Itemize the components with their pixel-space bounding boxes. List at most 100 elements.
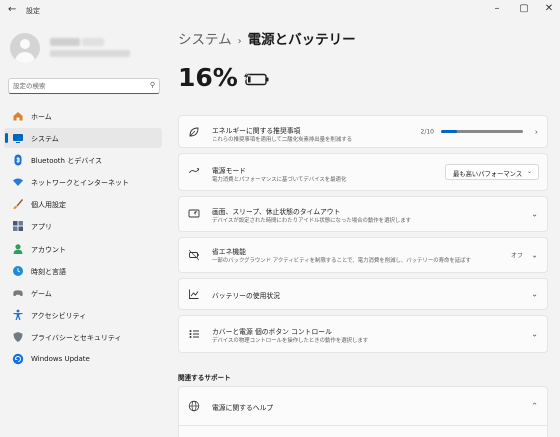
sidebar-item-label: 個人用設定 <box>31 201 66 210</box>
shield-icon <box>13 331 23 342</box>
card-title: バッテリーの使用状況 <box>212 292 280 300</box>
chevron-down-icon: ⌄ <box>531 329 538 339</box>
globe-icon <box>188 400 200 412</box>
sidebar-item-label: プライバシーとセキュリティ <box>31 333 122 342</box>
brush-icon <box>13 199 23 210</box>
avatar-head <box>20 39 30 49</box>
card-title: カバーと電源 個のボタン コントロール <box>212 328 332 336</box>
bluetooth-icon <box>14 154 22 166</box>
battery-charging-icon <box>242 71 269 86</box>
sidebar-item-label: ゲーム <box>31 289 52 298</box>
sidebar-item-system[interactable]: システム <box>4 128 162 149</box>
account-name-redacted-2 <box>82 38 104 46</box>
account-email-redacted <box>50 50 130 57</box>
energy-progress-fill <box>441 130 458 133</box>
power-mode-value: 最も高いパフォーマンス <box>453 170 523 178</box>
lid-power-buttons-card[interactable]: カバーと電源 個のボタン コントロール デバイスの物理コントロールを操作したとき… <box>178 315 548 353</box>
card-title: 電源モード <box>212 167 246 175</box>
energy-recommendations-card[interactable]: エネルギーに関する推奨事項 これらの推奨事項を適用して二酸化炭素排出量を削減する… <box>178 115 548 148</box>
wifi-icon <box>13 178 23 187</box>
sidebar-item-label: Windows Update <box>31 355 90 364</box>
avatar-body <box>15 52 35 63</box>
chevron-right-icon: › <box>534 127 538 136</box>
sidebar-item-gaming[interactable]: ゲーム <box>4 283 162 303</box>
power-help-card-continuation <box>178 426 548 437</box>
breadcrumb-separator-icon: › <box>237 36 242 47</box>
settings-search[interactable]: ⚲ <box>8 78 160 94</box>
chevron-down-icon: ⌄ <box>531 289 538 299</box>
power-mode-icon <box>189 168 200 174</box>
battery-usage-card[interactable]: バッテリーの使用状況 ⌄ <box>178 278 548 310</box>
energy-saver-state: オフ <box>510 252 523 260</box>
minimize-button[interactable]: – <box>486 2 508 16</box>
energy-saver-card[interactable]: 省エネ機能 一部のバックグラウンド アクティビティを制限することで、電力消費を削… <box>178 237 548 273</box>
sidebar-item-home[interactable]: ホーム <box>4 106 162 126</box>
sidebar-item-label: アプリ <box>31 223 52 232</box>
clock-globe-icon <box>13 265 23 276</box>
update-icon <box>12 353 24 365</box>
sidebar-item-label: ホーム <box>31 113 52 121</box>
sidebar-item-label: ネットワークとインターネット <box>31 179 129 188</box>
breadcrumb: システム › 電源とバッテリー <box>178 28 356 48</box>
screen-sleep-card[interactable]: 画面、スリープ、休止状態のタイムアウト デバイスが設定された時間にわたりアイドル… <box>178 196 548 232</box>
energy-progress-text: 2/10 <box>420 128 434 135</box>
apps-icon <box>13 221 23 232</box>
sidebar-item-accounts[interactable]: アカウント <box>4 239 162 259</box>
battery-level-fill <box>248 76 251 83</box>
sidebar-item-label: 時刻と言語 <box>31 267 66 276</box>
chevron-down-icon: ⌄ <box>531 250 538 260</box>
battery-percentage: 16% <box>178 63 238 92</box>
sidebar-item-label: アカウント <box>31 245 66 254</box>
chevron-down-icon: ⌄ <box>526 168 532 175</box>
sidebar-item-bluetooth[interactable]: Bluetooth とデバイス <box>4 150 162 170</box>
title-bar: ← 設定 – ▢ ✕ <box>0 0 560 24</box>
battery-saver-icon <box>188 249 200 261</box>
card-description: デバイスの物理コントロールを操作したときの動作を選択します <box>212 338 369 344</box>
breadcrumb-parent[interactable]: システム <box>178 32 232 48</box>
maximize-button[interactable]: ▢ <box>513 2 535 16</box>
card-title: 省エネ機能 <box>212 248 246 256</box>
account-icon <box>13 243 23 254</box>
sidebar-item-label: アクセシビリティ <box>31 311 87 320</box>
chart-icon <box>189 289 199 299</box>
system-icon <box>13 134 23 144</box>
close-button[interactable]: ✕ <box>538 2 560 16</box>
avatar[interactable] <box>10 33 40 63</box>
gamepad-icon <box>13 290 23 296</box>
card-title: 画面、スリープ、休止状態のタイムアウト <box>212 208 341 216</box>
sidebar-item-privacy[interactable]: プライバシーとセキュリティ <box>4 327 162 347</box>
card-description: 電力消費とパフォーマンスに基づいてデバイスを最適化 <box>212 177 347 183</box>
sidebar-item-network[interactable]: ネットワークとインターネット <box>4 172 162 192</box>
window-title: 設定 <box>26 7 40 15</box>
card-title: エネルギーに関する推奨事項 <box>212 127 301 135</box>
screen-sleep-icon <box>188 209 200 218</box>
home-icon <box>13 112 23 121</box>
account-name-redacted <box>50 38 80 46</box>
sidebar-item-personalization[interactable]: 個人用設定 <box>4 194 162 214</box>
card-description: これらの推奨事項を適用して二酸化炭素排出量を削減する <box>212 137 352 143</box>
back-arrow-icon[interactable]: ← <box>8 4 16 15</box>
card-title: 電源に関するヘルプ <box>212 404 274 412</box>
power-mode-card: 電源モード 電力消費とパフォーマンスに基づいてデバイスを最適化 最も高いパフォー… <box>178 153 548 191</box>
sidebar-item-apps[interactable]: アプリ <box>4 216 162 236</box>
sidebar-nav: ホーム システム Bluetooth とデバイス ネットワークとインターネット … <box>4 106 162 371</box>
card-description: デバイスが設定された時間にわたりアイドル状態になった場合の動作を選択します <box>212 218 412 224</box>
sidebar-item-windows-update[interactable]: Windows Update <box>4 349 162 369</box>
sidebar-item-label: Bluetooth とデバイス <box>31 157 102 166</box>
card-description: 一部のバックグラウンド アクティビティを制限することで、電力消費を削減し、バッテ… <box>212 258 471 264</box>
lid-buttons-icon <box>189 330 199 338</box>
leaf-icon <box>189 127 199 136</box>
search-icon[interactable]: ⚲ <box>150 81 155 89</box>
chevron-down-icon: ⌄ <box>531 209 538 219</box>
accessibility-icon <box>13 309 23 320</box>
chevron-up-icon: ⌃ <box>531 401 538 411</box>
related-support-heading: 関連するサポート <box>178 374 231 382</box>
sidebar-item-label: システム <box>31 135 59 144</box>
search-input[interactable] <box>13 80 143 92</box>
energy-progress-bar <box>441 130 523 133</box>
page-title: 電源とバッテリー <box>247 32 356 48</box>
sidebar-item-accessibility[interactable]: アクセシビリティ <box>4 305 162 325</box>
sidebar-item-time-language[interactable]: 時刻と言語 <box>4 261 162 281</box>
power-help-card[interactable]: 電源に関するヘルプ ⌃ <box>178 386 548 426</box>
power-mode-select[interactable]: 最も高いパフォーマンス ⌄ <box>445 164 539 180</box>
